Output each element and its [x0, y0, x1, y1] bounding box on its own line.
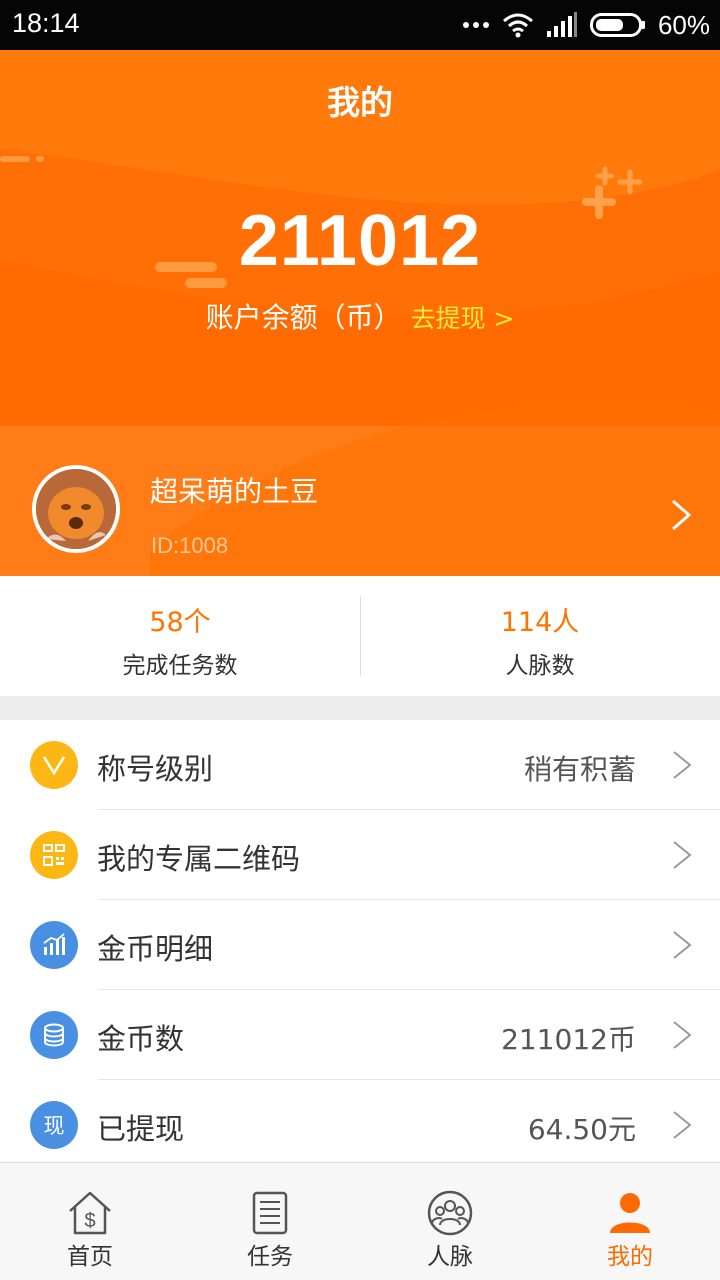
menu-item-qr-code[interactable]: 我的专属二维码 [0, 810, 720, 900]
chevron-right-icon [673, 1111, 692, 1139]
stat-completed-tasks[interactable]: 58个 完成任务数 [0, 576, 360, 696]
bar-chart-icon [30, 921, 78, 969]
menu-item-label: 称号级别 [97, 752, 214, 786]
wifi-icon [502, 13, 533, 38]
stat-value: 114人 [500, 607, 580, 638]
menu-item-value: 211012币 [501, 1023, 636, 1056]
nav-label: 任务 [247, 1244, 293, 1270]
profile-row[interactable]: 超呆萌的土豆 ID:1008 [0, 426, 720, 576]
menu-item-label: 金币数 [97, 1022, 185, 1056]
page-title: 我的 [327, 83, 393, 122]
stat-label: 人脉数 [505, 653, 575, 679]
user-id: ID:1008 [151, 533, 229, 558]
chevron-right-icon [673, 841, 692, 869]
stats-row: 58个 完成任务数 114人 人脉数 [0, 576, 720, 696]
nav-tab-contacts[interactable]: 人脉 [360, 1163, 540, 1280]
stat-value: 58个 [149, 607, 211, 638]
chevron-right-icon [673, 1021, 692, 1049]
menu-item-coin-details[interactable]: 金币明细 [0, 900, 720, 990]
menu-item-title-level[interactable]: 称号级别 稍有积蓄 [0, 720, 720, 810]
status-bar: 18:14 60% [0, 0, 720, 50]
menu-item-value: 64.50元 [527, 1113, 636, 1146]
contacts-icon [427, 1190, 473, 1236]
withdrawn-icon: 现 [30, 1101, 78, 1149]
nav-label: 首页 [67, 1244, 113, 1270]
menu-item-coin-count[interactable]: 金币数 211012币 [0, 990, 720, 1080]
section-divider [0, 696, 720, 720]
battery-icon [589, 13, 645, 37]
chevron-right-icon[interactable] [670, 498, 692, 532]
menu-list: 称号级别 稍有积蓄 我的专属二维码 金币明细 金币数 211012币 现 已提现 [0, 720, 720, 1170]
menu-item-label: 已提现 [97, 1112, 185, 1146]
username: 超呆萌的土豆 [150, 475, 319, 508]
menu-item-label: 金币明细 [97, 932, 214, 966]
menu-item-value: 稍有积蓄 [523, 753, 636, 786]
stat-label: 完成任务数 [122, 653, 238, 679]
nav-tab-home[interactable]: $ 首页 [0, 1163, 180, 1280]
qr-code-icon [30, 831, 78, 879]
nav-label: 我的 [607, 1244, 653, 1270]
task-list-icon [252, 1191, 288, 1235]
chevron-right-icon [673, 751, 692, 779]
stat-contacts[interactable]: 114人 人脉数 [360, 576, 720, 696]
balance-label-row: 账户余额（币） 去提现 > [0, 296, 720, 336]
home-dollar-icon: $ [69, 1191, 111, 1235]
level-v-icon [30, 741, 78, 789]
balance-label: 账户余额（币） [205, 301, 402, 334]
nav-label: 人脉 [427, 1244, 473, 1270]
avatar[interactable] [32, 465, 120, 553]
avatar-image [36, 469, 116, 549]
menu-item-withdrawn[interactable]: 现 已提现 64.50元 [0, 1080, 720, 1170]
menu-item-label: 我的专属二维码 [97, 842, 301, 876]
coin-stack-icon [30, 1011, 78, 1059]
withdraw-link[interactable]: 去提现 > [411, 304, 515, 333]
more-dots-icon [462, 22, 489, 28]
battery-percent: 60% [657, 9, 710, 40]
chevron-right-icon [673, 931, 692, 959]
bottom-nav: $ 首页 任务 人脉 我的 [0, 1162, 720, 1280]
profile-icon [610, 1193, 650, 1233]
nav-tab-tasks[interactable]: 任务 [180, 1163, 360, 1280]
withdrawn-icon-text: 现 [43, 1114, 65, 1138]
status-time: 18:14 [12, 8, 80, 38]
profile-header: 我的 211012 账户余额（币） 去提现 > 超呆萌的土豆 ID:1008 [0, 50, 720, 576]
account-balance: 211012 [238, 201, 482, 281]
svg-text:$: $ [84, 1210, 95, 1232]
signal-icon [546, 12, 577, 37]
nav-tab-profile[interactable]: 我的 [540, 1163, 720, 1280]
